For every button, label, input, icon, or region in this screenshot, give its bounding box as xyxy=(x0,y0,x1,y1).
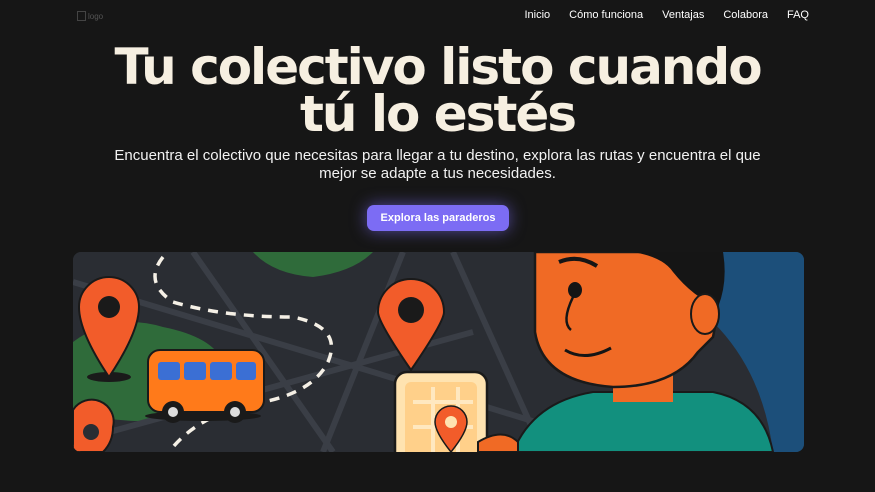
nav-colabora[interactable]: Colabora xyxy=(723,9,768,21)
logo[interactable]: logo xyxy=(77,10,103,22)
hero-title: Tu colectivo listo cuando tú lo estés xyxy=(0,42,875,139)
hero-subtitle: Encuentra el colectivo que necesitas par… xyxy=(70,147,805,183)
nav-como-funciona[interactable]: Cómo funciona xyxy=(569,9,643,21)
broken-image-icon xyxy=(77,11,86,21)
explore-stops-button[interactable]: Explora las paraderos xyxy=(367,205,509,231)
top-nav: logo Inicio Cómo funciona Ventajas Colab… xyxy=(0,0,875,32)
hero-subtitle-line-2: mejor se adapte a tus necesidades. xyxy=(319,165,556,182)
hero-subtitle-line-1: Encuentra el colectivo que necesitas par… xyxy=(114,147,761,164)
hero-title-line-2: tú lo estés xyxy=(299,85,577,143)
hero-illustration xyxy=(73,252,804,452)
nav-ventajas[interactable]: Ventajas xyxy=(662,9,704,21)
main-menu: Inicio Cómo funciona Ventajas Colabora F… xyxy=(524,9,809,21)
nav-inicio[interactable]: Inicio xyxy=(524,9,550,21)
map-illustration xyxy=(73,252,804,452)
bus-icon xyxy=(145,349,265,423)
logo-alt-text: logo xyxy=(88,11,104,21)
map-pin-icon-partial xyxy=(73,398,115,452)
nav-faq[interactable]: FAQ xyxy=(787,9,809,21)
